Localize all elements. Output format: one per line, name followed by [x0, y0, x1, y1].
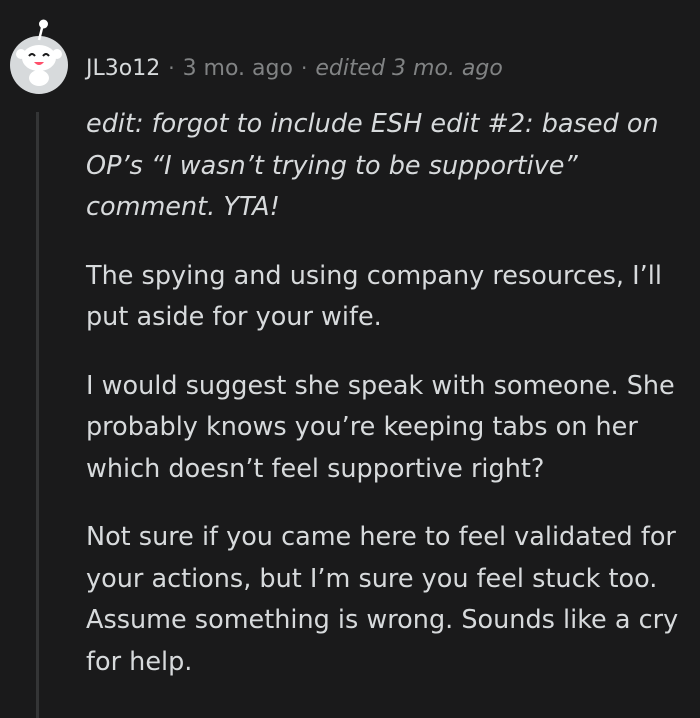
comment-age[interactable]: 3 mo. ago: [183, 56, 293, 81]
comment-body: edit: forgot to include ESH edit #2: bas…: [86, 104, 686, 710]
edited-label: edited 3 mo. ago: [315, 55, 503, 81]
comment-paragraph: edit: forgot to include ESH edit #2: bas…: [86, 109, 659, 222]
username-link[interactable]: JL3o12: [86, 56, 160, 81]
comment-header: JL3o12 · 3 mo. ago · edited 3 mo. ago: [86, 52, 503, 84]
comment-paragraph: Not sure if you came here to feel valida…: [86, 522, 679, 677]
comment: JL3o12 · 3 mo. ago · edited 3 mo. ago ed…: [0, 0, 700, 718]
separator-dot: ·: [168, 56, 175, 80]
comment-paragraph: I would suggest she speak with someone. …: [86, 370, 675, 484]
snoo-avatar-icon: [16, 19, 62, 86]
thread-collapse-line[interactable]: [36, 112, 39, 718]
user-avatar[interactable]: [10, 19, 68, 94]
comment-paragraph: The spying and using company resources, …: [86, 260, 662, 333]
separator-dot: ·: [300, 56, 308, 80]
